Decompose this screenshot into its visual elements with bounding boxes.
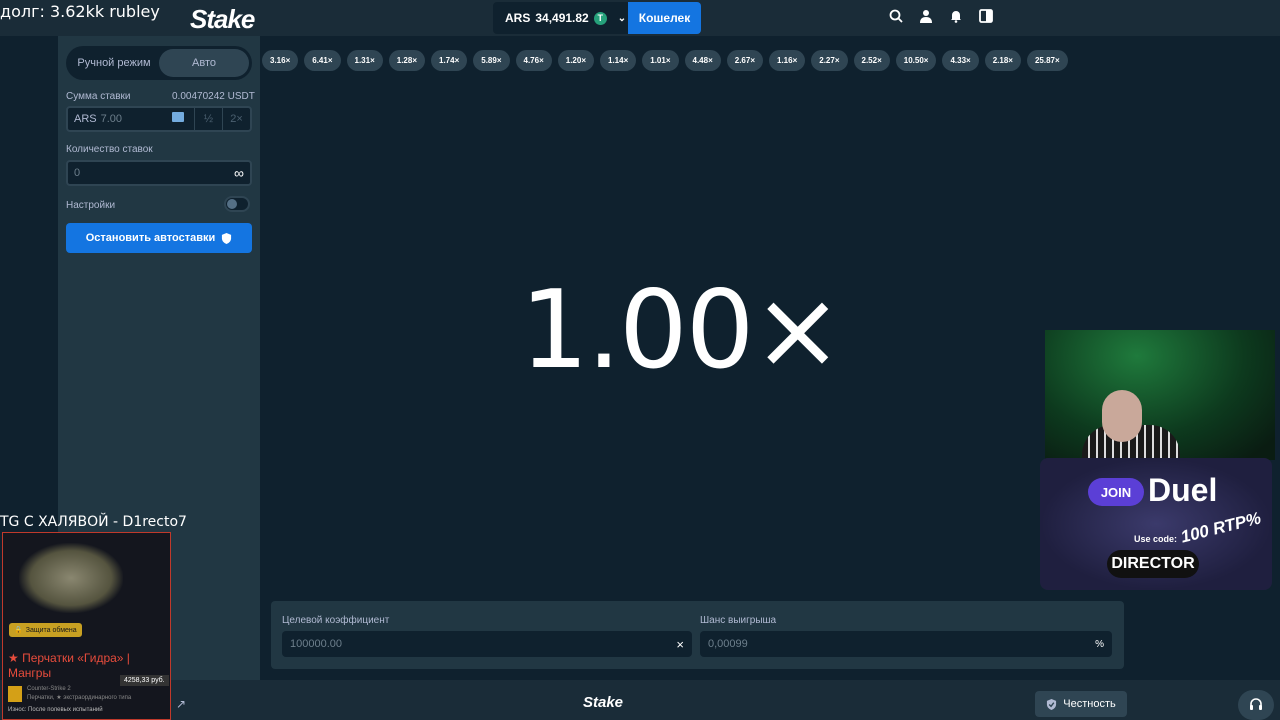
stop-autobet-button[interactable]: Остановить автоставки — [66, 223, 252, 253]
bets-count-value: 0 — [74, 167, 81, 179]
lock-icon: 🔒 — [14, 627, 23, 634]
settings-label: Настройки — [66, 200, 116, 211]
wallet-button[interactable]: Кошелек — [628, 2, 701, 34]
multiply-icon: × — [676, 636, 684, 652]
history-pill[interactable]: 1.28× — [388, 50, 425, 71]
history-pill[interactable]: 4.76× — [515, 50, 552, 71]
bet-amount-input[interactable]: ARS 7.00 ½ 2× — [66, 106, 252, 132]
footer-stake-logo: Stake — [583, 694, 624, 711]
coin-icon: T — [593, 11, 607, 25]
fairness-button[interactable]: Честность — [1035, 691, 1127, 717]
tab-manual-mode[interactable]: Ручной режим — [69, 49, 159, 77]
history-pill[interactable]: 10.50× — [895, 50, 937, 71]
history-pill[interactable]: 1.16× — [769, 50, 806, 71]
target-multiplier-label: Целевой коэффициент — [282, 615, 390, 626]
history-pill[interactable]: 2.27× — [811, 50, 848, 71]
current-multiplier: 1.00× — [520, 268, 843, 393]
history-pill[interactable]: 1.14× — [600, 50, 637, 71]
infinity-icon[interactable]: ∞ — [234, 165, 244, 181]
bet-amount-label: Сумма ставки — [66, 91, 131, 102]
balance-amount: 34,491.82 — [535, 11, 589, 25]
history-pill[interactable]: 2.18× — [984, 50, 1021, 71]
user-icon[interactable] — [918, 8, 934, 24]
balance-selector[interactable]: ARS 34,491.82 T ⌄ — [493, 2, 628, 34]
headset-icon[interactable] — [1238, 690, 1274, 720]
history-pill[interactable]: 1.01× — [642, 50, 679, 71]
fairness-label: Честность — [1063, 698, 1116, 710]
history-pill[interactable]: 2.52× — [853, 50, 890, 71]
bets-count-input[interactable]: 0 ∞ — [66, 160, 252, 186]
history-pill[interactable]: 25.87× — [1026, 50, 1068, 71]
toggle-knob — [227, 199, 237, 209]
history-pill[interactable]: 4.33× — [942, 50, 979, 71]
bets-count-label: Количество ставок — [66, 144, 153, 155]
history-pill[interactable]: 2.67× — [726, 50, 763, 71]
history-pill[interactable]: 3.16× — [262, 50, 299, 71]
header-icons — [888, 8, 994, 24]
history-pill[interactable]: 4.48× — [684, 50, 721, 71]
webcam-person-face — [1102, 390, 1142, 442]
skin-drop-card: 🔒 Защита обмена ★ Перчатки «Гидра» | Манг… — [2, 532, 171, 720]
target-multiplier-value: 100000.00 — [290, 638, 342, 650]
history-pill[interactable]: 1.31× — [346, 50, 383, 71]
bet-currency: ARS — [74, 113, 97, 125]
skin-meta: Counter-Strike 2 Перчатки, ★ экстраордин… — [27, 685, 131, 703]
join-button: JOIN — [1088, 478, 1144, 506]
trade-protection-label: Защита обмена — [25, 626, 77, 634]
mode-switch: Ручной режим Авто — [66, 46, 252, 80]
bell-icon[interactable] — [948, 8, 964, 24]
tg-overlay-text: TG С ХАЛЯВОЙ - D1recto7 — [0, 514, 187, 530]
history-pill[interactable]: 1.20× — [557, 50, 594, 71]
settings-toggle[interactable] — [224, 196, 250, 212]
cs2-icon — [8, 686, 22, 702]
promo-code: DIRECTOR — [1107, 550, 1199, 578]
tab-auto-mode[interactable]: Авто — [159, 49, 249, 77]
half-bet-button[interactable]: ½ — [194, 108, 222, 130]
sidebar-toggle-icon[interactable] — [978, 8, 994, 24]
target-multiplier-input[interactable]: 100000.00 × — [282, 631, 692, 657]
skin-game: Counter-Strike 2 — [27, 686, 71, 692]
target-panel: Целевой коэффициент 100000.00 × Шанс выи… — [271, 601, 1124, 669]
multiplier-history: 3.16× 6.41× 1.31× 1.28× 1.74× 5.89× 4.76× 1.20×… — [262, 50, 1068, 71]
stake-logo[interactable]: Stake — [190, 4, 255, 35]
duel-brand: Duel — [1148, 472, 1218, 508]
double-bet-button[interactable]: 2× — [222, 108, 250, 130]
external-link-icon[interactable]: ↗ — [176, 697, 186, 711]
chevron-down-icon: ⌄ — [617, 12, 627, 24]
skin-wear: Износ: После полевых испытаний — [8, 707, 103, 713]
history-pill[interactable]: 5.89× — [473, 50, 510, 71]
win-chance-input[interactable]: 0,00099 % — [700, 631, 1112, 657]
shield-icon — [222, 232, 232, 244]
use-code-label: Use code: — [1134, 534, 1178, 544]
win-chance-value: 0,00099 — [708, 638, 748, 650]
balance-currency: ARS — [505, 11, 531, 25]
trade-protection-badge: 🔒 Защита обмена — [9, 623, 82, 637]
shield-check-icon — [1047, 698, 1057, 710]
history-pill[interactable]: 6.41× — [304, 50, 341, 71]
ars-flag-icon — [172, 112, 184, 122]
skin-subtitle: Перчатки, ★ экстраординарного типа — [27, 695, 132, 701]
bet-value: 7.00 — [100, 113, 123, 125]
stop-autobet-label: Остановить автоставки — [85, 232, 216, 244]
percent-icon: % — [1095, 638, 1104, 650]
history-pill[interactable]: 1.74× — [431, 50, 468, 71]
win-chance-label: Шанс выигрыша — [700, 615, 777, 626]
gloves-image — [19, 543, 123, 613]
search-icon[interactable] — [888, 8, 904, 24]
debt-overlay-text: долг: 3.62kk rubley — [0, 2, 160, 21]
bet-amount-usd: 0.00470242 USDT — [172, 91, 255, 102]
